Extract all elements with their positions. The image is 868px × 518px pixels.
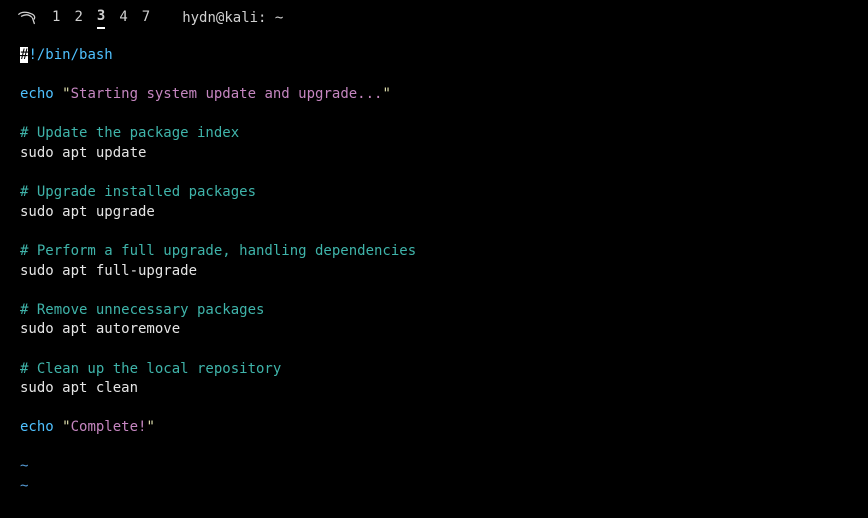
kali-dragon-icon	[16, 7, 38, 29]
blank-line	[20, 164, 862, 184]
blank-line	[20, 66, 862, 86]
tab-2[interactable]: 2	[74, 9, 82, 28]
comment-line: # Upgrade installed packages	[20, 183, 862, 203]
comment-line: # Clean up the local repository	[20, 360, 862, 380]
echo-keyword: echo	[20, 86, 62, 102]
echo-keyword: echo	[20, 419, 62, 435]
quote: "	[146, 419, 154, 435]
quote: "	[382, 86, 390, 102]
code-line: sudo apt upgrade	[20, 203, 862, 223]
code-line: echo "Complete!"	[20, 418, 862, 438]
code-line: echo "Starting system update and upgrade…	[20, 85, 862, 105]
vim-tilde: ~	[20, 477, 862, 497]
tab-3[interactable]: 3	[97, 8, 105, 29]
code-line: sudo apt update	[20, 144, 862, 164]
code-line: sudo apt clean	[20, 379, 862, 399]
blank-line	[20, 105, 862, 125]
comment-line: # Remove unnecessary packages	[20, 301, 862, 321]
quote: "	[62, 419, 70, 435]
comment-line: # Perform a full upgrade, handling depen…	[20, 242, 862, 262]
tab-1[interactable]: 1	[52, 9, 60, 28]
blank-line	[20, 399, 862, 419]
string: Complete!	[71, 419, 147, 435]
blank-line	[20, 222, 862, 242]
blank-line	[20, 438, 862, 458]
window-title: hydn@kali: ~	[182, 10, 283, 26]
code-line: sudo apt autoremove	[20, 320, 862, 340]
blank-line	[20, 340, 862, 360]
tab-4[interactable]: 4	[119, 9, 127, 28]
shebang: !/bin/bash	[28, 47, 112, 63]
code-line: #!/bin/bash	[20, 46, 862, 66]
vim-tilde: ~	[20, 457, 862, 477]
blank-line	[20, 281, 862, 301]
tab-7[interactable]: 7	[142, 9, 150, 28]
terminal-content[interactable]: #!/bin/bash echo "Starting system update…	[0, 36, 868, 503]
comment-line: # Update the package index	[20, 124, 862, 144]
string: Starting system update and upgrade...	[71, 86, 383, 102]
tab-list: 1 2 3 4 7	[52, 8, 150, 29]
titlebar: 1 2 3 4 7 hydn@kali: ~	[0, 0, 868, 36]
code-line: sudo apt full-upgrade	[20, 262, 862, 282]
quote: "	[62, 86, 70, 102]
